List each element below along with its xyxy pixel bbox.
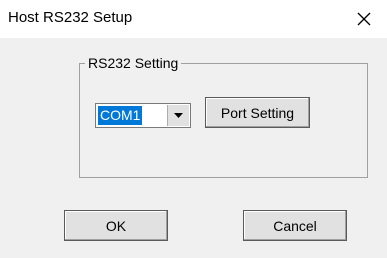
title-bar[interactable]: Host RS232 Setup xyxy=(0,0,387,38)
window-title: Host RS232 Setup xyxy=(8,9,133,26)
chevron-down-icon xyxy=(174,113,183,118)
port-setting-button[interactable]: Port Setting xyxy=(205,97,310,128)
close-icon xyxy=(357,12,371,26)
close-button[interactable] xyxy=(341,0,387,38)
cancel-button[interactable]: Cancel xyxy=(243,210,347,241)
group-label: RS232 Setting xyxy=(85,55,182,71)
ok-button[interactable]: OK xyxy=(64,210,168,241)
com-port-value: COM1 xyxy=(98,106,143,125)
dialog-window: Host RS232 Setup RS232 Setting COM1 Port… xyxy=(0,0,387,258)
dropdown-button[interactable] xyxy=(167,105,189,126)
com-port-select[interactable]: COM1 xyxy=(95,103,191,128)
